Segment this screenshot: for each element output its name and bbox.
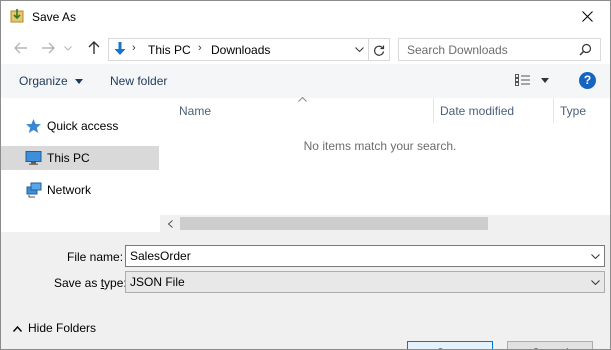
refresh-button[interactable] bbox=[368, 39, 389, 60]
save-as-type-dropdown[interactable] bbox=[588, 274, 602, 290]
chevron-down-icon bbox=[64, 45, 72, 51]
breadcrumb-downloads[interactable]: Downloads bbox=[211, 43, 270, 57]
breadcrumb-separator: › bbox=[198, 42, 202, 54]
save-as-type-select[interactable]: JSON File bbox=[125, 271, 605, 293]
search-icon bbox=[579, 43, 592, 56]
empty-message: No items match your search. bbox=[303, 139, 457, 153]
search-input[interactable]: Search Downloads bbox=[398, 38, 601, 61]
nav-label: Network bbox=[47, 183, 92, 197]
save-button-label: ave bbox=[444, 346, 463, 349]
command-bar: Organize New folder ? bbox=[1, 64, 610, 98]
navigation-pane: Quick access This PC Network bbox=[1, 98, 159, 232]
save-as-type-label-part: Save as bbox=[54, 276, 101, 290]
breadcrumb-separator: › bbox=[132, 42, 136, 54]
save-as-type-label-part: ype: bbox=[104, 276, 127, 290]
network-icon bbox=[26, 182, 42, 198]
window-title: Save As bbox=[32, 10, 77, 24]
back-button[interactable] bbox=[12, 39, 30, 57]
recent-locations-dropdown[interactable] bbox=[63, 39, 73, 57]
title-bar: Save As bbox=[1, 1, 610, 32]
hide-folders-toggle[interactable]: Hide Folders bbox=[12, 321, 97, 335]
sort-ascending-icon bbox=[298, 97, 307, 102]
save-as-app-icon bbox=[9, 8, 25, 24]
chevron-down-icon bbox=[354, 47, 364, 52]
refresh-icon bbox=[373, 45, 385, 56]
column-label: Name bbox=[179, 104, 212, 118]
scrollbar-thumb[interactable] bbox=[180, 217, 488, 230]
column-label: Type bbox=[560, 104, 587, 118]
chevron-left-icon bbox=[167, 219, 173, 228]
save-button[interactable]: Save bbox=[407, 341, 493, 349]
organize-label: Organize bbox=[19, 74, 68, 88]
chevron-down-icon bbox=[590, 279, 600, 285]
computer-icon bbox=[25, 151, 42, 165]
nav-item-this-pc[interactable]: This PC bbox=[1, 146, 159, 170]
chevron-up-icon bbox=[12, 325, 23, 332]
file-name-field[interactable]: SalesOrder bbox=[125, 245, 605, 267]
change-view-button[interactable] bbox=[515, 74, 551, 88]
close-button[interactable] bbox=[564, 1, 610, 32]
back-arrow-icon bbox=[14, 42, 27, 54]
column-header-name[interactable]: Name bbox=[172, 97, 434, 123]
nav-item-quick-access[interactable]: Quick access bbox=[1, 114, 159, 138]
file-list: Name Date modified Type No items match y… bbox=[160, 97, 610, 232]
help-icon: ? bbox=[583, 73, 592, 87]
save-as-type-value: JSON File bbox=[130, 275, 185, 289]
downloads-icon bbox=[114, 42, 126, 55]
address-history-dropdown[interactable] bbox=[350, 39, 368, 60]
content-area: Quick access This PC Network Name Date m… bbox=[1, 97, 610, 232]
file-name-dropdown[interactable] bbox=[588, 248, 602, 264]
file-name-value: SalesOrder bbox=[130, 249, 191, 263]
column-label: Date modified bbox=[440, 104, 515, 118]
organize-menu[interactable]: Organize bbox=[19, 74, 84, 88]
save-options-pane: File name: SalesOrder Save as type: JSON… bbox=[1, 232, 610, 349]
up-button[interactable] bbox=[85, 39, 103, 57]
new-folder-button[interactable]: New folder bbox=[110, 74, 167, 88]
file-name-label: File name: bbox=[67, 250, 124, 264]
caret-down-icon bbox=[541, 78, 549, 83]
horizontal-scrollbar[interactable] bbox=[160, 215, 610, 232]
forward-arrow-icon bbox=[42, 42, 55, 54]
nav-label: Quick access bbox=[47, 119, 119, 133]
column-header-type[interactable]: Type bbox=[554, 98, 610, 123]
up-arrow-icon bbox=[88, 41, 100, 54]
forward-button[interactable] bbox=[39, 39, 57, 57]
column-header-date-modified[interactable]: Date modified bbox=[434, 98, 554, 123]
cancel-button[interactable]: Cancel bbox=[507, 341, 593, 349]
chevron-down-icon bbox=[590, 253, 600, 259]
breadcrumb-this-pc[interactable]: This PC bbox=[148, 43, 191, 57]
help-button[interactable]: ? bbox=[579, 72, 596, 89]
search-placeholder: Search Downloads bbox=[407, 43, 508, 57]
scroll-left-button[interactable] bbox=[164, 217, 176, 230]
address-bar[interactable]: › This PC › Downloads bbox=[108, 38, 390, 61]
nav-label: This PC bbox=[47, 151, 90, 165]
navigation-row: › This PC › Downloads Search Downloads bbox=[1, 32, 610, 64]
hide-folders-label: Hide Folders bbox=[28, 321, 97, 335]
star-icon bbox=[26, 119, 41, 133]
details-view-icon bbox=[515, 74, 530, 86]
save-as-dialog: Save As › This PC › Downloads Search Dow… bbox=[0, 0, 611, 350]
save-as-type-label: Save as type: bbox=[54, 276, 127, 290]
caret-down-icon bbox=[75, 79, 84, 85]
close-icon bbox=[581, 11, 593, 22]
nav-item-network[interactable]: Network bbox=[1, 178, 159, 202]
